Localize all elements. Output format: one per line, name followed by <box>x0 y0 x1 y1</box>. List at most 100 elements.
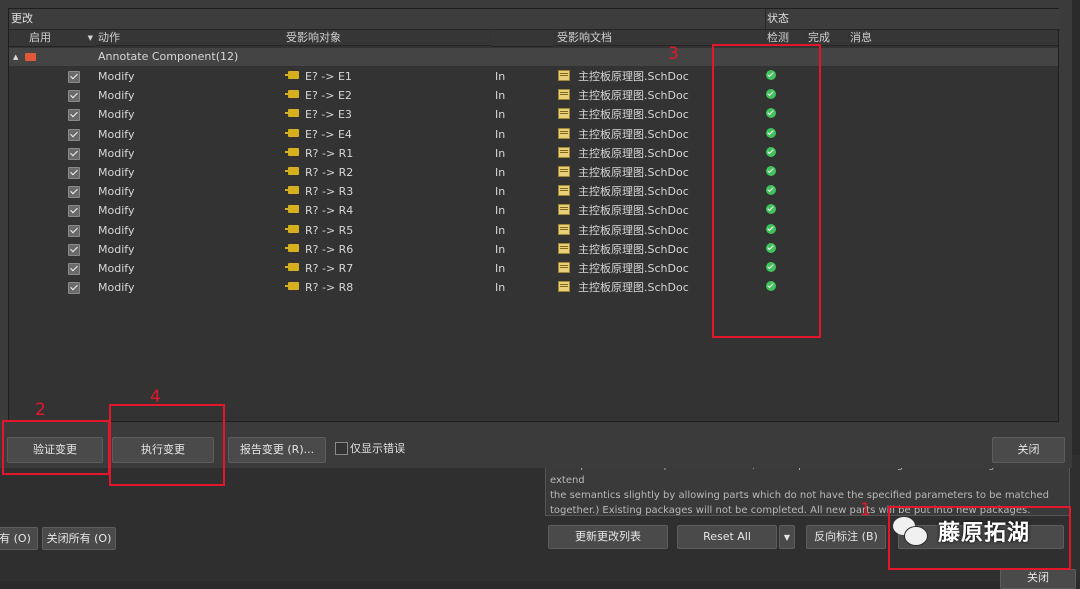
affected-document-cell: 主控板原理图.SchDoc <box>578 262 689 275</box>
table-row[interactable]: Modify R? -> R3 In 主控板原理图.SchDoc <box>9 182 1058 201</box>
action-cell: Modify <box>98 185 135 199</box>
back-annotate-button[interactable]: 反向标注 (B) <box>806 525 886 549</box>
schematic-document-icon <box>558 70 570 81</box>
chevron-down-icon: ▼ <box>783 533 791 542</box>
table-row[interactable]: Modify R? -> R6 In 主控板原理图.SchDoc <box>9 240 1058 259</box>
enable-checkbox[interactable] <box>68 147 80 160</box>
direction-cell: In <box>495 223 506 237</box>
action-cell: Modify <box>98 89 135 103</box>
enable-checkbox[interactable] <box>68 90 80 103</box>
table-row[interactable]: Modify R? -> R8 In 主控板原理图.SchDoc <box>9 278 1058 297</box>
enable-checkbox[interactable] <box>68 186 80 199</box>
table-row[interactable]: Modify E? -> E1 In 主控板原理图.SchDoc <box>9 67 1058 86</box>
errors-only-label: 仅显示错误 <box>350 442 405 455</box>
group-header-changes-label: 更改 <box>11 12 33 25</box>
direction-cell: In <box>495 185 506 199</box>
schematic-document-icon <box>558 185 570 197</box>
action-cell: Modify <box>98 166 135 179</box>
schematic-document-icon <box>558 108 570 120</box>
table-row[interactable]: Modify E? -> E3 In 主控板原理图.SchDoc <box>9 105 1058 124</box>
table-row[interactable]: Modify R? -> R2 In 主控板原理图.SchDoc <box>9 163 1058 182</box>
open-all-button[interactable]: 有 (O) <box>0 527 38 550</box>
column-header-action[interactable]: 动作 <box>96 30 283 46</box>
component-icon <box>285 224 299 233</box>
group-row-annotate-component[interactable]: ▲ Annotate Component(12) <box>9 48 1058 66</box>
component-icon <box>285 71 299 79</box>
affected-object-cell: R? -> R7 <box>305 262 354 275</box>
affected-document-cell: 主控板原理图.SchDoc <box>578 281 689 295</box>
column-header-message[interactable]: 消息 <box>849 30 1058 46</box>
enable-checkbox[interactable] <box>68 263 80 275</box>
column-header-check-label: 检测 <box>767 31 789 44</box>
group-header-status: 状态 <box>765 9 1060 30</box>
annotation-number-1: 1 <box>860 500 871 520</box>
component-icon <box>285 147 299 156</box>
close-all-button[interactable]: 关闭所有 (O) <box>42 527 116 550</box>
direction-cell: In <box>495 242 506 256</box>
action-cell: Modify <box>98 223 135 237</box>
watermark-text: 藤原拓湖 <box>938 521 1031 546</box>
column-header-affected-document-label: 受影响文档 <box>557 31 612 44</box>
enable-checkbox[interactable] <box>68 71 80 83</box>
report-changes-button[interactable]: 报告变更 (R)... <box>228 437 326 463</box>
enable-checkbox[interactable] <box>68 243 80 256</box>
component-icon <box>285 128 299 137</box>
collapse-triangle-icon[interactable]: ▲ <box>13 48 18 66</box>
table-row[interactable]: Modify R? -> R7 In 主控板原理图.SchDoc <box>9 259 1058 278</box>
affected-object-cell: R? -> R5 <box>305 223 354 237</box>
folder-icon <box>25 53 36 61</box>
affected-object-cell: E? -> E3 <box>305 108 352 122</box>
direction-cell: In <box>495 108 506 122</box>
component-icon <box>285 205 299 214</box>
enable-checkbox[interactable] <box>68 224 80 237</box>
table-row[interactable]: Modify R? -> R1 In 主控板原理图.SchDoc <box>9 144 1058 163</box>
close-button[interactable]: 关闭 <box>992 437 1065 463</box>
component-icon <box>285 263 299 271</box>
enable-checkbox[interactable] <box>68 205 80 218</box>
affected-object-cell: R? -> R2 <box>305 166 354 179</box>
column-header-action-label: 动作 <box>98 31 120 44</box>
annotation-number-4: 4 <box>150 387 161 407</box>
schematic-document-icon <box>558 262 570 273</box>
action-cell: Modify <box>98 281 135 295</box>
reset-all-dropdown-button[interactable]: ▼ <box>779 525 795 549</box>
affected-document-cell: 主控板原理图.SchDoc <box>578 146 689 160</box>
group-header-changes: 更改 <box>9 9 767 30</box>
direction-cell: In <box>495 146 506 160</box>
affected-object-cell: E? -> E1 <box>305 70 352 83</box>
component-icon <box>285 109 299 118</box>
direction-cell: In <box>495 166 506 179</box>
action-cell: Modify <box>98 242 135 256</box>
direction-cell: In <box>495 89 506 103</box>
action-cell: Modify <box>98 127 135 141</box>
column-header-message-label: 消息 <box>850 31 872 44</box>
direction-cell: In <box>495 127 506 141</box>
bottom-close-button[interactable]: 关闭 <box>1000 569 1076 589</box>
column-header-enable[interactable]: 启用 ▼ <box>27 30 95 47</box>
action-cell: Modify <box>98 70 135 83</box>
table-row[interactable]: Modify E? -> E4 In 主控板原理图.SchDoc <box>9 125 1058 144</box>
column-header-direction[interactable] <box>491 30 554 47</box>
component-icon <box>285 186 299 195</box>
action-cell: Modify <box>98 146 135 160</box>
enable-checkbox[interactable] <box>68 282 80 295</box>
table-row[interactable]: Modify E? -> E2 In 主控板原理图.SchDoc <box>9 86 1058 105</box>
affected-object-cell: E? -> E2 <box>305 89 352 103</box>
schematic-document-icon <box>558 281 570 293</box>
table-row[interactable]: Modify R? -> R4 In 主控板原理图.SchDoc <box>9 201 1058 220</box>
affected-object-cell: R? -> R1 <box>305 146 354 160</box>
errors-only-checkbox[interactable] <box>335 442 348 455</box>
reset-all-button[interactable]: Reset All <box>677 525 777 549</box>
affected-object-cell: E? -> E4 <box>305 127 352 141</box>
update-change-list-button[interactable]: 更新更改列表 <box>548 525 668 549</box>
enable-checkbox[interactable] <box>68 167 80 179</box>
enable-checkbox[interactable] <box>68 128 80 141</box>
schematic-document-icon <box>558 146 570 158</box>
table-row[interactable]: Modify R? -> R5 In 主控板原理图.SchDoc <box>9 221 1058 240</box>
enable-checkbox[interactable] <box>68 109 80 122</box>
wechat-logo-icon <box>893 517 928 546</box>
column-header-affected-object[interactable]: 受影响对象 <box>284 30 490 46</box>
annotation-box-validate <box>2 420 110 475</box>
changes-grid: 更改 状态 启用 ▼ 动作 受影响对象 受影响文档 检测 完成 消息 ▲ Ann… <box>8 8 1060 422</box>
group-row-label: Annotate Component(12) <box>98 50 239 63</box>
